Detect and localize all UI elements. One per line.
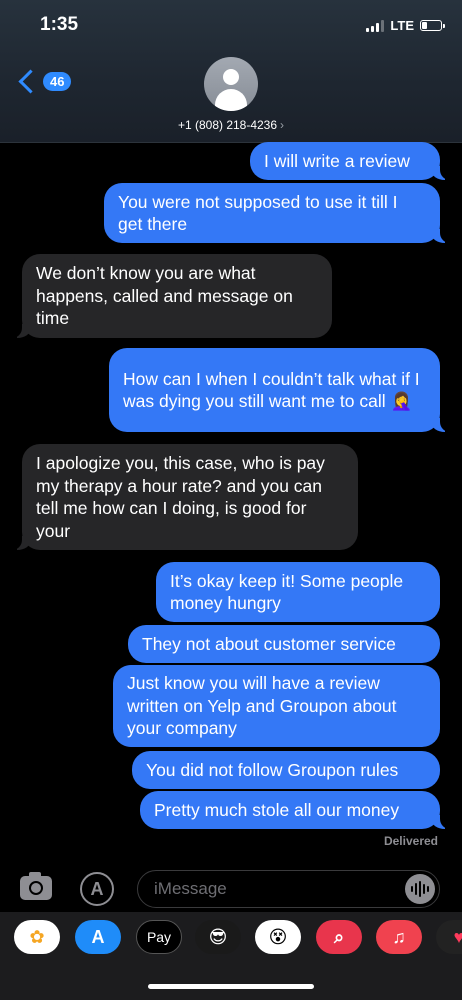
message-text: Pretty much stole all our money bbox=[154, 799, 400, 820]
music-icon[interactable]: ♫ bbox=[376, 920, 422, 954]
audio-message-icon[interactable] bbox=[405, 874, 435, 904]
memoji-glyph: 😎 bbox=[208, 926, 228, 947]
message-text: They not about customer service bbox=[142, 633, 396, 654]
message-bubble-sent[interactable]: They not about customer service bbox=[128, 625, 440, 663]
digital-touch-glyph: ♥ bbox=[453, 926, 462, 947]
message-bubble-received[interactable]: We don’t know you are what happens, call… bbox=[12, 254, 332, 338]
message-input[interactable] bbox=[152, 878, 376, 900]
photos-app-glyph: ✿ bbox=[29, 926, 45, 947]
chevron-right-icon: › bbox=[280, 118, 285, 132]
home-indicator bbox=[148, 984, 314, 989]
message-text: We don’t know you are what happens, call… bbox=[36, 263, 293, 329]
message-bubble-sent[interactable]: Just know you will have a review written… bbox=[113, 665, 440, 747]
message-text: It’s okay keep it! Some people money hun… bbox=[170, 570, 404, 614]
chevron-left-icon bbox=[18, 69, 43, 94]
network-type: LTE bbox=[390, 18, 414, 33]
message-text: How can I when I couldn’t talk what if I… bbox=[123, 368, 420, 412]
status-indicators: LTE bbox=[366, 18, 445, 33]
message-bubble-sent[interactable]: Pretty much stole all our money bbox=[140, 791, 450, 829]
apple-pay-glyph: Pay bbox=[146, 929, 172, 945]
message-text: I will write a review bbox=[264, 150, 410, 171]
message-text: You did not follow Groupon rules bbox=[146, 759, 399, 780]
music-glyph: ♫ bbox=[392, 926, 406, 947]
conversation-header: 1:35 LTE 46 +1 (808) 218-4236 › bbox=[0, 0, 462, 143]
digital-touch-icon[interactable]: ♥ bbox=[436, 920, 462, 954]
message-bubble-sent[interactable]: You did not follow Groupon rules bbox=[132, 751, 440, 789]
app-store-glyph-icon: A bbox=[90, 878, 104, 899]
app-store-glyph: A bbox=[91, 926, 105, 947]
status-time: 1:35 bbox=[40, 14, 79, 35]
message-thread[interactable]: I will write a review You were not suppo… bbox=[0, 142, 462, 862]
imessage-field[interactable] bbox=[137, 870, 440, 908]
message-bubble-sent[interactable]: How can I when I couldn’t talk what if I… bbox=[109, 348, 450, 432]
message-bubble-sent[interactable]: I will write a review bbox=[250, 142, 450, 180]
message-composer: A bbox=[0, 862, 462, 912]
camera-icon[interactable] bbox=[20, 872, 52, 900]
app-store-button[interactable]: A bbox=[80, 872, 114, 906]
photos-app-icon[interactable]: ✿ bbox=[14, 920, 60, 954]
message-bubble-received[interactable]: I apologize you, this case, who is pay m… bbox=[12, 444, 358, 550]
battery-icon bbox=[420, 20, 445, 31]
message-bubble-sent[interactable]: It’s okay keep it! Some people money hun… bbox=[156, 562, 440, 622]
contact-name[interactable]: +1 (808) 218-4236 › bbox=[0, 118, 462, 132]
delivered-status: Delivered bbox=[383, 834, 438, 848]
message-text: Just know you will have a review written… bbox=[127, 673, 397, 739]
animoji-glyph: 😵 bbox=[268, 926, 288, 947]
back-button[interactable]: 46 bbox=[18, 69, 72, 94]
search-web-icon[interactable]: ⌕ bbox=[316, 920, 362, 954]
unread-count-badge: 46 bbox=[43, 72, 72, 91]
message-text: You were not supposed to use it till I g… bbox=[118, 191, 398, 235]
search-web-glyph: ⌕ bbox=[333, 926, 345, 947]
message-text: I apologize you, this case, who is pay m… bbox=[36, 453, 325, 541]
animoji-icon[interactable]: 😵 bbox=[255, 920, 301, 954]
signal-icon bbox=[366, 19, 385, 32]
app-store-icon[interactable]: A bbox=[75, 920, 121, 954]
message-bubble-sent[interactable]: You were not supposed to use it till I g… bbox=[104, 183, 450, 243]
apple-pay-icon[interactable]: Pay bbox=[136, 920, 182, 954]
contact-avatar[interactable] bbox=[204, 57, 258, 111]
contact-phone-number: +1 (808) 218-4236 bbox=[177, 118, 278, 132]
memoji-icon[interactable]: 😎 bbox=[195, 920, 241, 954]
